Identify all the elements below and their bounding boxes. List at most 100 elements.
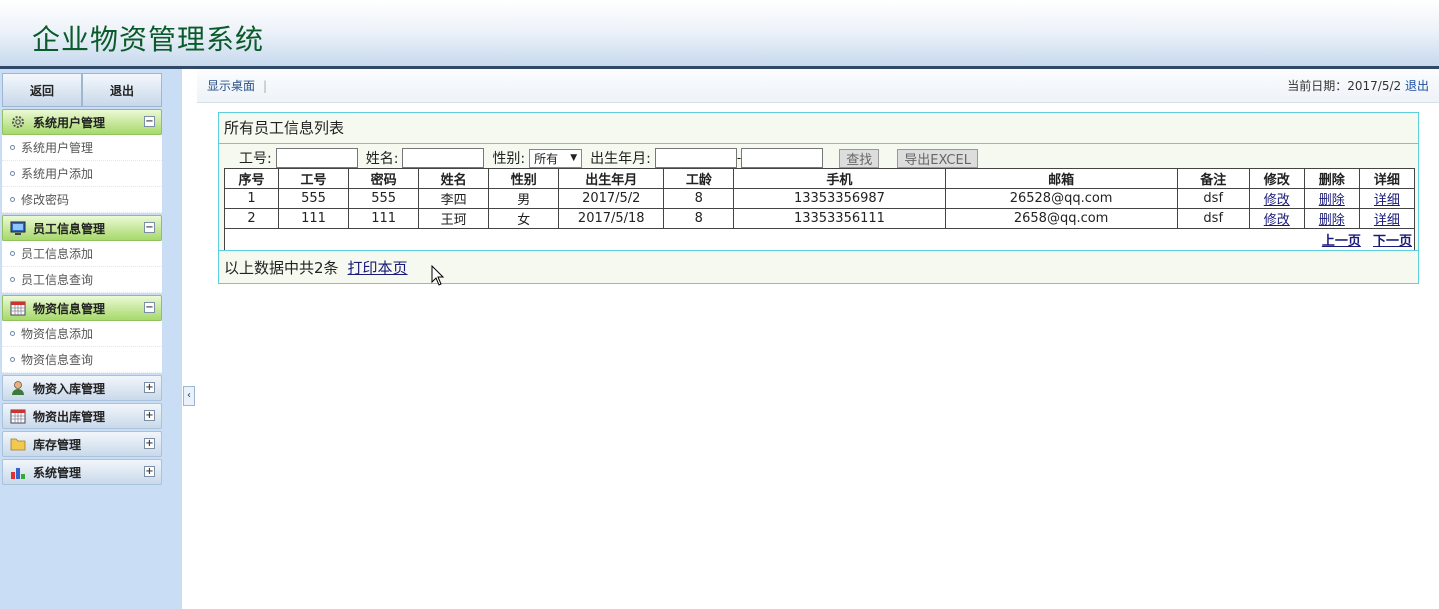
cell-phone: 13353356987	[733, 188, 946, 209]
expand-icon[interactable]: +	[144, 382, 155, 393]
menu-group-label: 物资入库管理	[33, 381, 106, 396]
table-row: 1 555 555 李四 男 2017/5/2 8 13353356987 26…	[223, 188, 1416, 209]
expand-icon[interactable]: +	[144, 410, 155, 421]
menu-group-system-admin[interactable]: 系统管理 +	[2, 459, 162, 485]
cell-no: 2	[223, 208, 280, 229]
birth-label: 出生年月:	[590, 151, 651, 167]
menu-group-label: 系统用户管理	[33, 115, 106, 130]
main-content: 显示桌面 | 当前日期：2017/5/2 退出 所有员工信息列表 工号: 姓名:…	[197, 69, 1439, 609]
menu-group-inventory[interactable]: 库存管理 +	[2, 431, 162, 457]
calendar-icon	[9, 408, 27, 424]
collapse-icon[interactable]: −	[144, 222, 155, 233]
column-header: 邮箱	[944, 168, 1178, 189]
dropdown-arrow-icon: ▼	[570, 153, 578, 163]
gender-select[interactable]: 所有 ▼	[529, 148, 583, 168]
name-label: 姓名:	[365, 151, 399, 167]
back-button[interactable]: 返回	[2, 73, 82, 107]
date-area: 当前日期：2017/5/2 退出	[1287, 77, 1429, 94]
expand-icon[interactable]: +	[144, 466, 155, 477]
submenu-employee-info: 员工信息添加 员工信息查询	[2, 241, 162, 293]
name-input[interactable]	[402, 148, 485, 168]
menu-group-stock-in[interactable]: 物资入库管理 +	[2, 375, 162, 401]
submenu-item-employee-query[interactable]: 员工信息查询	[2, 267, 162, 293]
submenu-item-label: 物资信息查询	[21, 353, 94, 367]
column-header: 删除	[1303, 168, 1360, 189]
app-title: 企业物资管理系统	[32, 23, 265, 56]
cell-note: dsf	[1176, 188, 1250, 209]
delete-link[interactable]: 删除	[1319, 193, 1345, 208]
menu-group-material-info[interactable]: 物资信息管理 −	[2, 295, 162, 321]
cell-gender: 男	[488, 188, 560, 209]
column-header: 序号	[223, 168, 280, 189]
show-desktop-link[interactable]: 显示桌面	[207, 77, 255, 94]
sidebar-menu: 返回 退出 系统用户管理 − 系统用户管理 系统用户添加 修改密码 员工信息管理…	[2, 73, 162, 485]
column-header: 工龄	[663, 168, 735, 189]
menu-group-employee-info[interactable]: 员工信息管理 −	[2, 215, 162, 241]
birth-start-input[interactable]	[654, 148, 737, 168]
cell-name: 王珂	[418, 208, 490, 229]
birth-end-input[interactable]	[741, 148, 824, 168]
submenu-item-material-add[interactable]: 物资信息添加	[2, 321, 162, 347]
expand-icon[interactable]: +	[144, 438, 155, 449]
cell-gender: 女	[488, 208, 560, 229]
employee-table: 序号 工号 密码 姓名 性别 出生年月 工龄 手机 邮箱 备注 修改 删除 详细	[223, 168, 1416, 251]
submenu-item-employee-add[interactable]: 员工信息添加	[2, 241, 162, 267]
sidebar-collapse-handle[interactable]: ‹	[183, 386, 195, 406]
column-header: 手机	[733, 168, 946, 189]
cell-edit: 修改	[1248, 188, 1305, 209]
gender-label: 性别:	[492, 151, 526, 167]
cell-note: dsf	[1176, 208, 1250, 229]
panel-footer: 以上数据中共2条 打印本页	[219, 250, 1418, 283]
bullet-icon	[10, 277, 15, 282]
logout-link[interactable]: 退出	[1405, 79, 1429, 93]
cell-employee-id: 111	[278, 208, 350, 229]
submenu-item-material-query[interactable]: 物资信息查询	[2, 347, 162, 373]
column-header: 修改	[1248, 168, 1305, 189]
search-button[interactable]: 查找	[839, 148, 880, 168]
folder-icon	[9, 436, 27, 452]
user-icon	[9, 380, 27, 396]
submenu-item-label: 员工信息添加	[21, 247, 94, 261]
cell-email: 2658@qq.com	[944, 208, 1178, 229]
app-header: 企业物资管理系统	[0, 0, 1439, 66]
menu-group-label: 物资信息管理	[33, 301, 106, 316]
column-header: 备注	[1176, 168, 1250, 189]
employee-id-input[interactable]	[275, 148, 358, 168]
cell-password: 111	[348, 208, 420, 229]
column-header: 性别	[488, 168, 560, 189]
submenu-item-label: 修改密码	[21, 193, 70, 207]
edit-link[interactable]: 修改	[1264, 213, 1290, 228]
prev-page-link[interactable]: 上一页	[1322, 234, 1361, 249]
bullet-icon	[10, 331, 15, 336]
submenu-item-system-user-manage[interactable]: 系统用户管理	[2, 135, 162, 161]
submenu-item-label: 系统用户管理	[21, 141, 94, 155]
menu-group-label: 物资出库管理	[33, 409, 106, 424]
export-excel-button[interactable]: 导出EXCEL	[897, 148, 978, 168]
toolbar-separator: |	[263, 78, 268, 93]
submenu-item-change-password[interactable]: 修改密码	[2, 187, 162, 213]
cell-phone: 13353356111	[733, 208, 946, 229]
edit-link[interactable]: 修改	[1264, 193, 1290, 208]
menu-group-stock-out[interactable]: 物资出库管理 +	[2, 403, 162, 429]
bullet-icon	[10, 251, 15, 256]
delete-link[interactable]: 删除	[1319, 213, 1345, 228]
current-date: 当前日期：2017/5/2	[1287, 79, 1402, 93]
print-page-link[interactable]: 打印本页	[348, 257, 408, 278]
submenu-item-label: 员工信息查询	[21, 273, 94, 287]
calendar-icon	[9, 300, 27, 316]
detail-link[interactable]: 详细	[1374, 213, 1400, 228]
next-page-link[interactable]: 下一页	[1373, 234, 1412, 249]
submenu-item-system-user-add[interactable]: 系统用户添加	[2, 161, 162, 187]
gear-icon	[9, 114, 27, 130]
menu-group-system-users[interactable]: 系统用户管理 −	[2, 109, 162, 135]
bullet-icon	[10, 145, 15, 150]
cell-password: 555	[348, 188, 420, 209]
cell-birth: 2017/5/2	[558, 188, 665, 209]
exit-button[interactable]: 退出	[82, 73, 162, 107]
detail-link[interactable]: 详细	[1374, 193, 1400, 208]
mouse-cursor-icon	[431, 265, 445, 286]
collapse-icon[interactable]: −	[144, 116, 155, 127]
menu-group-label: 员工信息管理	[33, 221, 106, 236]
cell-delete: 删除	[1303, 188, 1360, 209]
collapse-icon[interactable]: −	[144, 302, 155, 313]
